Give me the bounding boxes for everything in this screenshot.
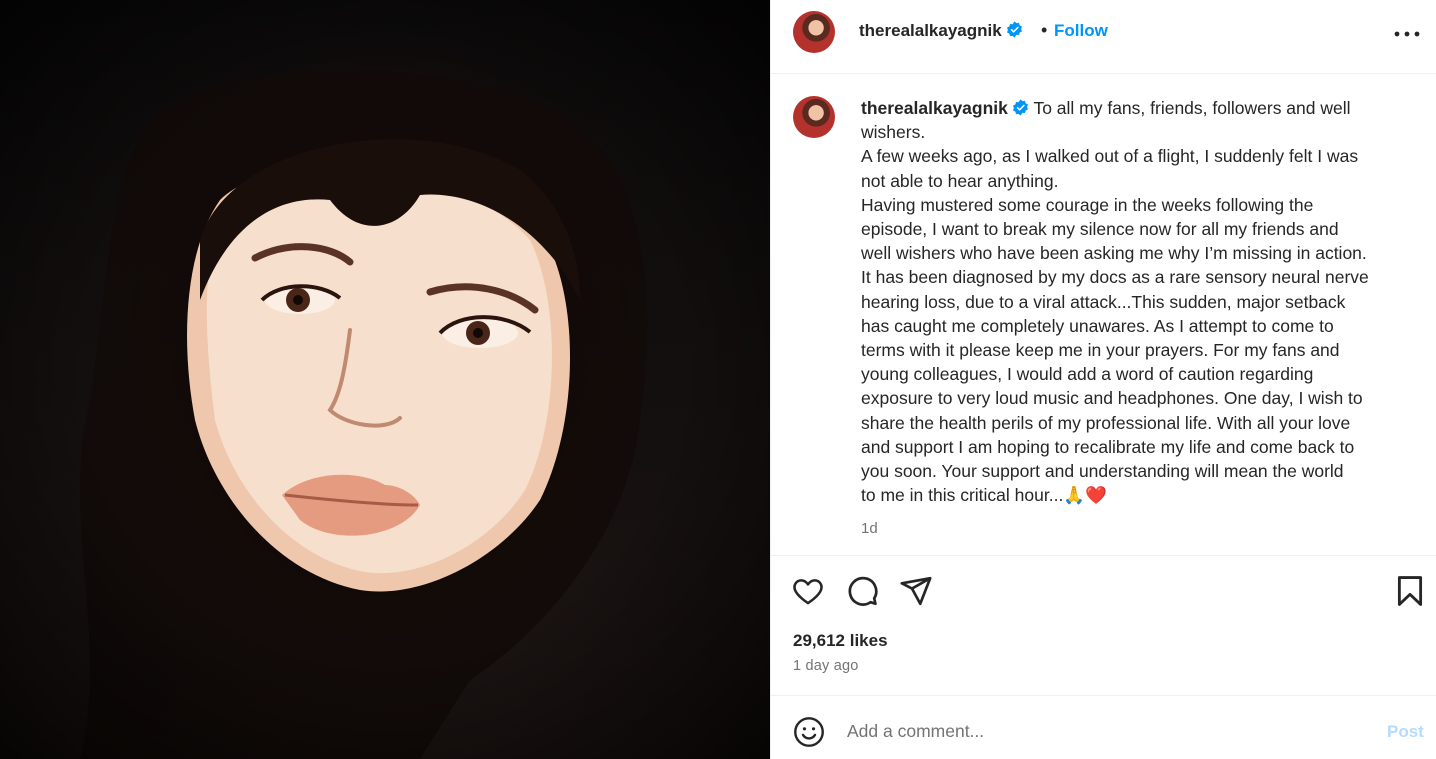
follow-button[interactable]: Follow (1054, 21, 1108, 41)
caption-line: and support I am hoping to recalibrate m… (861, 436, 1355, 457)
separator-dot: • (1041, 20, 1048, 40)
caption-avatar[interactable] (793, 96, 835, 138)
verified-badge-icon (1006, 21, 1022, 38)
caption-line: It has been diagnosed by my docs as a ra… (861, 267, 1369, 288)
comment-input[interactable] (847, 715, 1347, 747)
caption-username[interactable]: therealalkayagnik (861, 98, 1029, 118)
heart-icon[interactable] (791, 574, 825, 608)
caption-line: terms with it please keep me in your pra… (861, 340, 1340, 361)
comment-icon[interactable] (845, 574, 879, 608)
post-details-panel: therealalkayagnik • Follow therealalkaya… (770, 0, 1436, 759)
bookmark-icon[interactable] (1393, 574, 1427, 608)
caption-line: To all my fans, friends, followers and w… (1033, 98, 1351, 118)
caption-line: hearing loss, due to a viral attack...Th… (861, 291, 1346, 312)
post-comment-button[interactable]: Post (1387, 722, 1424, 742)
more-options-icon[interactable] (1393, 24, 1421, 44)
caption-line: episode, I want to break my silence now … (861, 219, 1339, 240)
caption-line: share the health perils of my profession… (861, 412, 1351, 433)
comment-bar: Post (771, 695, 1436, 759)
caption-line: not able to hear anything. (861, 170, 1059, 191)
post-image[interactable] (0, 0, 770, 759)
post-date[interactable]: 1 day ago (793, 658, 859, 674)
portrait-photo (0, 0, 770, 759)
caption-line: you soon. Your support and understanding… (861, 461, 1344, 482)
caption-timestamp[interactable]: 1d (861, 520, 878, 537)
action-bar (771, 556, 1436, 626)
caption-line: has caught me completely unawares. As I … (861, 315, 1334, 336)
caption-line: A few weeks ago, as I walked out of a fl… (861, 146, 1359, 167)
caption-line: wishers. (861, 122, 926, 143)
share-icon[interactable] (899, 574, 933, 608)
likes-count[interactable]: 29,612 likes (793, 631, 888, 651)
caption-line: well wishers who have been asking me why… (861, 243, 1367, 264)
emoji-icon[interactable] (793, 716, 825, 748)
avatar[interactable] (793, 11, 835, 53)
verified-badge-icon (1012, 99, 1028, 116)
username-link[interactable]: therealalkayagnik (859, 21, 1023, 41)
caption-line: young colleagues, I would add a word of … (861, 364, 1314, 385)
username-text: therealalkayagnik (859, 21, 1002, 40)
caption-line: exposure to very loud music and headphon… (861, 388, 1363, 409)
caption-text: therealalkayagnik To all my fans, friend… (861, 96, 1413, 507)
caption-line: Having mustered some courage in the week… (861, 194, 1314, 215)
caption-line: to me in this critical hour...🙏❤️ (861, 485, 1107, 506)
caption-section: therealalkayagnik To all my fans, friend… (771, 74, 1436, 556)
post-header: therealalkayagnik • Follow (771, 0, 1436, 74)
